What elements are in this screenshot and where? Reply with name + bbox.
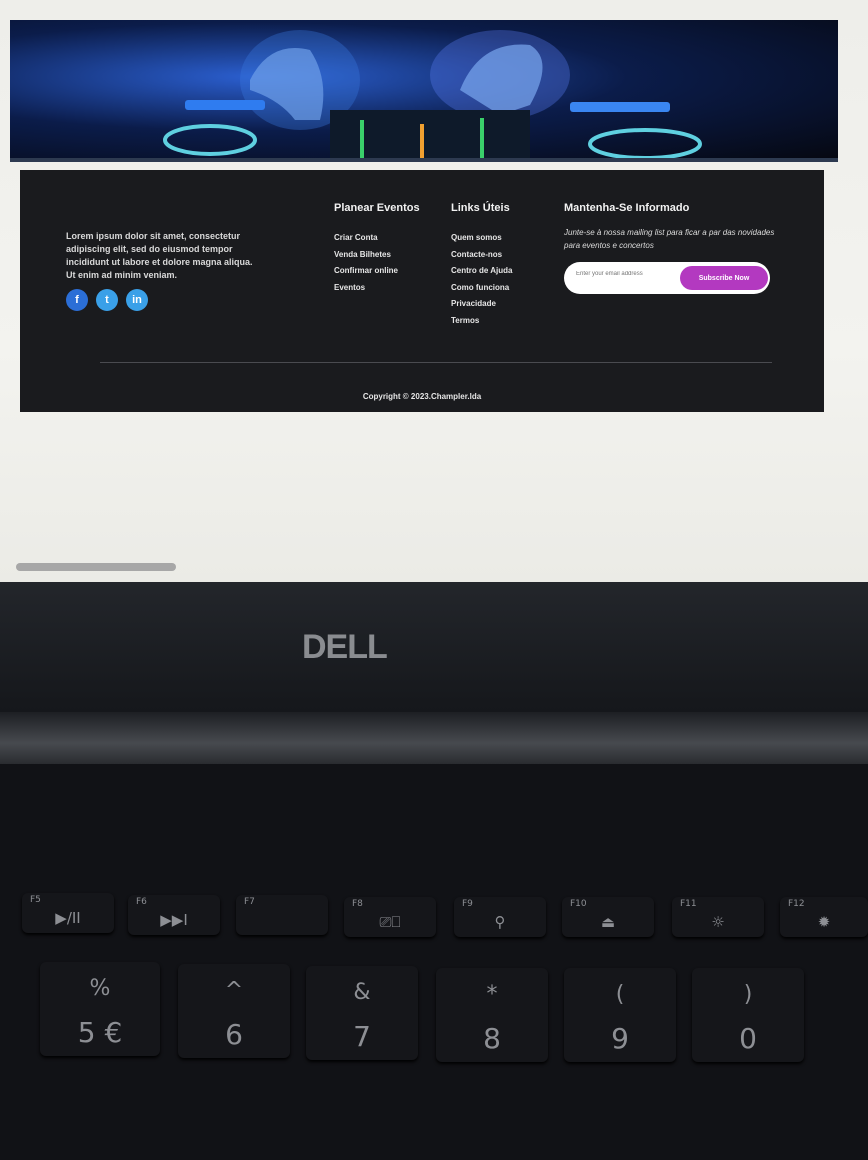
link-como-funciona[interactable]: Como funciona xyxy=(451,280,512,297)
subscribe-button[interactable]: Subscribe Now xyxy=(680,266,768,290)
site-footer: Lorem ipsum dolor sit amet, consectetur … xyxy=(20,170,824,412)
newsletter-text: Junte-se à nossa mailing list para ficar… xyxy=(564,228,775,250)
key-f5-label: F5 xyxy=(30,895,41,905)
plan-events-column: Planear Eventos Criar Conta Venda Bilhet… xyxy=(334,202,420,296)
key-f10-label: F10 xyxy=(570,899,587,909)
key-6-shift: ^ xyxy=(224,978,244,1003)
newsletter-column: Mantenha-Se Informado Junte-se à nossa m… xyxy=(564,202,784,294)
key-f6-label: F6 xyxy=(136,897,147,907)
key-f8[interactable]: F8 ⎚⎕ xyxy=(344,897,436,937)
key-7-main: 7 xyxy=(353,1020,371,1053)
about-text: Lorem ipsum dolor sit amet, consectetur … xyxy=(66,231,253,280)
hero-banner-image xyxy=(10,20,838,162)
link-quem-somos[interactable]: Quem somos xyxy=(451,230,512,247)
dell-logo: DELL xyxy=(302,628,388,666)
copyright-text: Copyright © 2023.Champler.lda xyxy=(362,392,482,401)
key-f8-label: F8 xyxy=(352,899,363,909)
useful-links-column: Links Úteis Quem somos Contacte-nos Cent… xyxy=(451,202,512,329)
key-5-shift: % xyxy=(89,976,111,1001)
key-7[interactable]: & 7 xyxy=(306,966,418,1060)
next-track-icon: ▶▶I xyxy=(160,911,188,929)
link-venda-bilhetes[interactable]: Venda Bilhetes xyxy=(334,247,420,264)
play-pause-icon: ▶/II xyxy=(55,909,81,927)
key-0-main: 0 xyxy=(739,1022,757,1055)
dj-controller-image xyxy=(10,30,838,162)
search-icon: ⚲ xyxy=(494,913,506,931)
key-0[interactable]: ) 0 xyxy=(692,968,804,1062)
brightness-down-icon: ☼ xyxy=(711,913,725,931)
key-6[interactable]: ^ 6 xyxy=(178,964,290,1058)
key-8-main: 8 xyxy=(483,1022,501,1055)
link-contacte-nos[interactable]: Contacte-nos xyxy=(451,247,512,264)
key-f12[interactable]: F12 ✹ xyxy=(780,897,868,937)
newsletter-heading: Mantenha-Se Informado xyxy=(564,202,690,214)
facebook-icon[interactable]: f xyxy=(66,289,88,311)
key-5-main: 5 € xyxy=(77,1016,123,1049)
key-f7-label: F7 xyxy=(244,897,255,907)
key-f7[interactable]: F7 xyxy=(236,895,328,935)
key-f10[interactable]: F10 ⏏ xyxy=(562,897,654,937)
footer-divider xyxy=(100,362,772,363)
linkedin-icon[interactable]: in xyxy=(126,289,148,311)
key-f5[interactable]: F5 ▶/II xyxy=(22,893,114,933)
key-0-shift: ) xyxy=(743,982,753,1007)
display-switch-icon: ⎚⎕ xyxy=(379,913,401,931)
key-8[interactable]: * 8 xyxy=(436,968,548,1062)
key-8-shift: * xyxy=(486,982,498,1007)
plan-events-heading: Planear Eventos xyxy=(334,202,420,214)
key-f9[interactable]: F9 ⚲ xyxy=(454,897,546,937)
useful-links-heading: Links Úteis xyxy=(451,202,510,214)
key-7-shift: & xyxy=(353,980,371,1005)
subscribe-form: Subscribe Now xyxy=(564,262,770,294)
key-f6[interactable]: F6 ▶▶I xyxy=(128,895,220,935)
link-centro-de-ajuda[interactable]: Centro de Ajuda xyxy=(451,263,512,280)
link-termos[interactable]: Termos xyxy=(451,313,512,330)
link-privacidade[interactable]: Privacidade xyxy=(451,296,512,313)
laptop-screen: Lorem ipsum dolor sit amet, consectetur … xyxy=(0,0,868,582)
key-f12-label: F12 xyxy=(788,899,805,909)
laptop-bezel xyxy=(0,582,868,712)
key-f11[interactable]: F11 ☼ xyxy=(672,897,764,937)
link-confirmar-online[interactable]: Confirmar online xyxy=(334,263,420,280)
keyboard-backlight-icon: ⏏ xyxy=(600,913,616,931)
key-6-main: 6 xyxy=(225,1018,243,1051)
link-eventos[interactable]: Eventos xyxy=(334,280,420,297)
key-9-shift: ( xyxy=(615,982,625,1007)
link-criar-conta[interactable]: Criar Conta xyxy=(334,230,420,247)
horizontal-scrollbar[interactable] xyxy=(16,563,176,571)
key-9[interactable]: ( 9 xyxy=(564,968,676,1062)
key-9-main: 9 xyxy=(611,1022,629,1055)
laptop-hinge xyxy=(0,712,868,764)
email-input[interactable] xyxy=(574,270,678,278)
brightness-up-icon: ✹ xyxy=(817,913,831,931)
key-5[interactable]: % 5 € xyxy=(40,962,160,1056)
twitter-icon[interactable]: t xyxy=(96,289,118,311)
key-f11-label: F11 xyxy=(680,899,697,909)
key-f9-label: F9 xyxy=(462,899,473,909)
social-links: f t in xyxy=(66,289,148,311)
